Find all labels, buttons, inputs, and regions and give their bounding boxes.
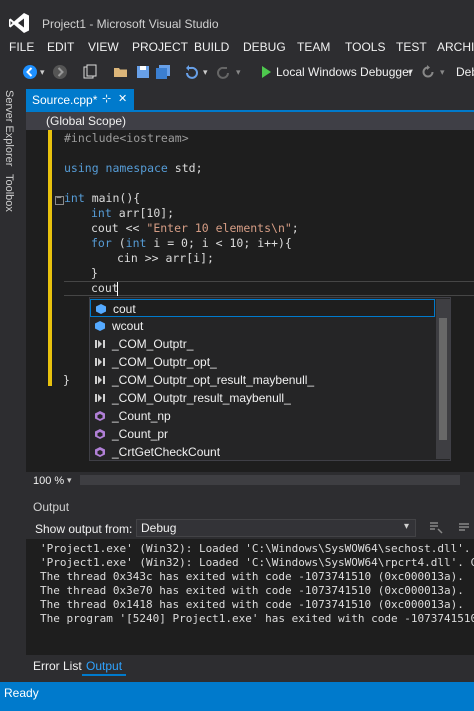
completion-label: _COM_Outptr_ (112, 337, 194, 351)
completion-item-cout[interactable]: cout (90, 299, 435, 317)
code-line-8: for (int i = 0; i < 10; i++){ (91, 236, 292, 250)
back-icon[interactable] (22, 64, 38, 80)
menu-file[interactable]: FILE (9, 40, 34, 54)
find-message-icon[interactable] (428, 520, 444, 536)
output-pane-title: Output (33, 500, 70, 514)
output-source-select[interactable] (136, 519, 416, 537)
forward-icon[interactable] (52, 64, 68, 80)
output-line: The thread 0x3e70 has exited with code -… (40, 584, 464, 597)
completion-label: _Count_pr (112, 427, 169, 441)
menu-project[interactable]: PROJECT (132, 40, 188, 54)
zoom-dropdown-icon[interactable]: ▾ (67, 475, 72, 486)
output-pane-header (26, 496, 474, 516)
menu-view[interactable]: VIEW (88, 40, 119, 54)
clear-all-icon[interactable] (456, 520, 472, 536)
macro-icon (95, 376, 105, 384)
function-icon (95, 411, 105, 421)
completion-label: _CrtGetCheckCount (112, 445, 221, 459)
completion-label: _COM_Outptr_result_maybenull_ (112, 391, 291, 405)
completion-label: cout (113, 302, 136, 316)
visual-studio-logo-icon (9, 13, 29, 33)
show-output-from-label: Show output from: (35, 522, 133, 536)
output-source-value: Debug (141, 521, 177, 535)
redo-icon[interactable] (216, 64, 232, 80)
menu-edit[interactable]: EDIT (47, 40, 74, 54)
menu-team[interactable]: TEAM (297, 40, 330, 54)
code-line-9: cin >> arr[i]; (117, 251, 214, 265)
document-tab-label: Source.cpp* (32, 93, 98, 107)
output-line: The thread 0x343c has exited with code -… (40, 570, 464, 583)
new-project-icon[interactable] (82, 64, 98, 80)
completion-item-crtgetcheckcount[interactable]: _CrtGetCheckCount (90, 443, 435, 461)
output-line: The program '[5240] Project1.exe' has ex… (40, 612, 474, 625)
text-caret (117, 282, 118, 296)
output-line: 'Project1.exe' (Win32): Loaded 'C:\Windo… (40, 542, 474, 555)
completion-label: _Count_np (112, 409, 171, 423)
completion-label: wcout (112, 319, 144, 333)
save-icon[interactable] (135, 64, 151, 80)
code-line-10: } (91, 266, 98, 280)
menu-architecture[interactable]: ARCHI (437, 40, 474, 54)
output-line: The thread 0x1418 has exited with code -… (40, 598, 464, 611)
pin-tab-icon[interactable]: ⊹ (102, 92, 111, 105)
menu-bar: FILE EDIT VIEW PROJECT BUILD DEBUG TEAM … (0, 38, 474, 58)
open-file-icon[interactable] (113, 64, 129, 80)
completion-item-count-np[interactable]: _Count_np (90, 407, 435, 425)
tab-output-label: Output (86, 659, 123, 673)
macro-icon (95, 340, 105, 348)
completion-item-com-outptr-result[interactable]: _COM_Outptr_result_maybenull_ (90, 389, 435, 407)
redo-dropdown-icon[interactable]: ▾ (236, 67, 252, 83)
code-line-5: int main(){ (64, 191, 141, 205)
tab-error-list[interactable]: Error List (33, 659, 82, 673)
completion-label: _COM_Outptr_opt_result_maybenull_ (112, 373, 315, 387)
completion-label: _COM_Outptr_opt_ (112, 355, 217, 369)
variable-icon (95, 321, 105, 331)
current-line-highlight (64, 281, 474, 296)
variable-icon (96, 304, 106, 314)
completion-list-scroll-thumb[interactable] (439, 318, 447, 440)
start-debugging-icon[interactable] (258, 64, 274, 80)
server-explorer-tab[interactable]: Server Explorer (3, 90, 15, 166)
scope-dropdown[interactable]: (Global Scope) (46, 114, 126, 128)
chevron-down-icon[interactable]: ▾ (404, 521, 409, 532)
completion-item-wcout[interactable]: wcout (90, 317, 435, 335)
refresh-dropdown-icon[interactable]: ▾ (440, 67, 456, 83)
code-line-6: int arr[10]; (91, 206, 175, 220)
horizontal-scrollbar[interactable] (80, 475, 460, 485)
status-bar (0, 682, 474, 711)
status-text: Ready (4, 686, 39, 700)
close-tab-icon[interactable]: ✕ (118, 92, 127, 105)
completion-item-com-outptr-opt-result[interactable]: _COM_Outptr_opt_result_maybenull_ (90, 371, 435, 389)
window-title: Project1 - Microsoft Visual Studio (42, 17, 219, 31)
completion-item-com-outptr[interactable]: _COM_Outptr_ (90, 335, 435, 353)
menu-debug[interactable]: DEBUG (243, 40, 286, 54)
left-tool-strip: Server Explorer Toolbox (0, 88, 22, 680)
code-line-1: #include<iostream> (64, 131, 189, 145)
code-line-11: cout (91, 281, 119, 295)
completion-item-com-outptr-opt[interactable]: _COM_Outptr_opt_ (90, 353, 435, 371)
code-line-closing-brace: } (63, 373, 70, 387)
completion-item-count-pr[interactable]: _Count_pr (90, 425, 435, 443)
code-line-7: cout << "Enter 10 elements\n"; (91, 221, 299, 235)
local-windows-debugger-button[interactable]: Local Windows Debugger (276, 65, 413, 79)
outline-minus-icon: − (56, 193, 62, 204)
save-all-icon[interactable] (155, 64, 171, 80)
code-line-3: using namespace std; (64, 161, 203, 175)
undo-icon[interactable] (183, 64, 199, 80)
output-line: 'Project1.exe' (Win32): Loaded 'C:\Windo… (40, 556, 474, 569)
change-tracking-bar (48, 130, 52, 386)
solution-config-dropdown[interactable]: Deb (456, 65, 474, 79)
macro-icon (95, 358, 105, 366)
refresh-icon[interactable] (420, 64, 436, 80)
zoom-level-dropdown[interactable]: 100 % (33, 475, 64, 487)
menu-test[interactable]: TEST (396, 40, 427, 54)
menu-build[interactable]: BUILD (194, 40, 229, 54)
menu-tools[interactable]: TOOLS (345, 40, 385, 54)
function-icon (95, 429, 105, 439)
macro-icon (95, 394, 105, 402)
toolbox-tab[interactable]: Toolbox (3, 174, 15, 212)
function-icon (95, 447, 105, 457)
